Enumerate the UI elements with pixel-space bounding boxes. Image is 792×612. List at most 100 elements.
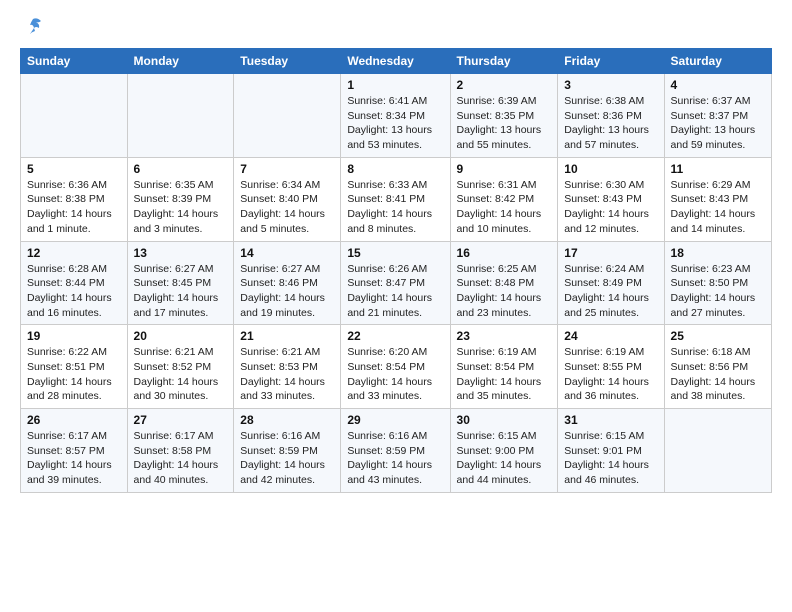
day-cell-13: 13Sunrise: 6:27 AM Sunset: 8:45 PM Dayli…	[127, 241, 234, 325]
day-cell-4: 4 Sunrise: 6:37 AM Sunset: 8:37 PM Daylig…	[664, 74, 771, 158]
day-cell-6: 6 Sunrise: 6:35 AM Sunset: 8:39 PM Daylig…	[127, 157, 234, 241]
week-row-1: 5 Sunrise: 6:36 AM Sunset: 8:38 PM Daylig…	[21, 157, 772, 241]
day-number: 4	[671, 78, 765, 92]
day-cell-22: 22 Sunrise: 6:20 AM Sunset: 8:54 PM Dayli…	[341, 325, 450, 409]
day-cell-17: 17 Sunrise: 6:24 AM Sunset: 8:49 PM Dayli…	[558, 241, 664, 325]
week-row-4: 26 Sunrise: 6:17 AM Sunset: 8:57 PM Dayli…	[21, 409, 772, 493]
day-info: Sunrise: 6:37 AM Sunset: 8:37 PM Dayligh…	[671, 94, 765, 153]
day-info: Sunrise: 6:21 AM Sunset: 8:53 PM Dayligh…	[240, 345, 334, 404]
day-number: 8	[347, 162, 443, 176]
day-cell-15: 15Sunrise: 6:26 AM Sunset: 8:47 PM Dayli…	[341, 241, 450, 325]
day-cell-16: 16Sunrise: 6:25 AM Sunset: 8:48 PM Dayli…	[450, 241, 558, 325]
day-info: Sunrise: 6:19 AM Sunset: 8:54 PM Dayligh…	[457, 345, 552, 404]
header-sunday: Sunday	[21, 49, 128, 74]
day-info: Sunrise: 6:29 AM Sunset: 8:43 PM Dayligh…	[671, 178, 765, 237]
day-number: 13	[134, 246, 228, 260]
empty-cell	[127, 74, 234, 158]
day-info: Sunrise: 6:30 AM Sunset: 8:43 PM Dayligh…	[564, 178, 657, 237]
day-number: 23	[457, 329, 552, 343]
day-cell-25: 25 Sunrise: 6:18 AM Sunset: 8:56 PM Dayli…	[664, 325, 771, 409]
day-number: 25	[671, 329, 765, 343]
day-info: Sunrise: 6:26 AM Sunset: 8:47 PM Dayligh…	[347, 262, 443, 321]
day-number: 22	[347, 329, 443, 343]
day-cell-29: 29Sunrise: 6:16 AM Sunset: 8:59 PM Dayli…	[341, 409, 450, 493]
header-row: SundayMondayTuesdayWednesdayThursdayFrid…	[21, 49, 772, 74]
day-info: Sunrise: 6:15 AM Sunset: 9:00 PM Dayligh…	[457, 429, 552, 488]
day-info: Sunrise: 6:27 AM Sunset: 8:46 PM Dayligh…	[240, 262, 334, 321]
day-cell-8: 8 Sunrise: 6:33 AM Sunset: 8:41 PM Daylig…	[341, 157, 450, 241]
day-info: Sunrise: 6:38 AM Sunset: 8:36 PM Dayligh…	[564, 94, 657, 153]
empty-cell	[664, 409, 771, 493]
day-info: Sunrise: 6:18 AM Sunset: 8:56 PM Dayligh…	[671, 345, 765, 404]
day-info: Sunrise: 6:36 AM Sunset: 8:38 PM Dayligh…	[27, 178, 121, 237]
day-number: 14	[240, 246, 334, 260]
page: SundayMondayTuesdayWednesdayThursdayFrid…	[0, 0, 792, 503]
day-info: Sunrise: 6:22 AM Sunset: 8:51 PM Dayligh…	[27, 345, 121, 404]
day-info: Sunrise: 6:21 AM Sunset: 8:52 PM Dayligh…	[134, 345, 228, 404]
header-friday: Friday	[558, 49, 664, 74]
day-cell-7: 7 Sunrise: 6:34 AM Sunset: 8:40 PM Daylig…	[234, 157, 341, 241]
day-info: Sunrise: 6:31 AM Sunset: 8:42 PM Dayligh…	[457, 178, 552, 237]
calendar-table: SundayMondayTuesdayWednesdayThursdayFrid…	[20, 48, 772, 493]
day-cell-30: 30 Sunrise: 6:15 AM Sunset: 9:00 PM Dayli…	[450, 409, 558, 493]
day-number: 20	[134, 329, 228, 343]
logo-bird-icon	[22, 16, 44, 38]
day-cell-26: 26 Sunrise: 6:17 AM Sunset: 8:57 PM Dayli…	[21, 409, 128, 493]
week-row-2: 12 Sunrise: 6:28 AM Sunset: 8:44 PM Dayli…	[21, 241, 772, 325]
day-info: Sunrise: 6:16 AM Sunset: 8:59 PM Dayligh…	[347, 429, 443, 488]
day-info: Sunrise: 6:23 AM Sunset: 8:50 PM Dayligh…	[671, 262, 765, 321]
day-number: 21	[240, 329, 334, 343]
week-row-0: 1Sunrise: 6:41 AM Sunset: 8:34 PM Daylig…	[21, 74, 772, 158]
day-cell-19: 19 Sunrise: 6:22 AM Sunset: 8:51 PM Dayli…	[21, 325, 128, 409]
day-info: Sunrise: 6:35 AM Sunset: 8:39 PM Dayligh…	[134, 178, 228, 237]
empty-cell	[234, 74, 341, 158]
day-number: 19	[27, 329, 121, 343]
day-number: 18	[671, 246, 765, 260]
day-number: 7	[240, 162, 334, 176]
day-info: Sunrise: 6:16 AM Sunset: 8:59 PM Dayligh…	[240, 429, 334, 488]
day-cell-11: 11 Sunrise: 6:29 AM Sunset: 8:43 PM Dayli…	[664, 157, 771, 241]
day-cell-18: 18 Sunrise: 6:23 AM Sunset: 8:50 PM Dayli…	[664, 241, 771, 325]
day-number: 12	[27, 246, 121, 260]
day-cell-28: 28 Sunrise: 6:16 AM Sunset: 8:59 PM Dayli…	[234, 409, 341, 493]
day-cell-31: 31Sunrise: 6:15 AM Sunset: 9:01 PM Dayli…	[558, 409, 664, 493]
logo	[20, 16, 44, 38]
day-number: 17	[564, 246, 657, 260]
day-number: 5	[27, 162, 121, 176]
header-saturday: Saturday	[664, 49, 771, 74]
empty-cell	[21, 74, 128, 158]
day-info: Sunrise: 6:17 AM Sunset: 8:57 PM Dayligh…	[27, 429, 121, 488]
day-number: 24	[564, 329, 657, 343]
day-number: 2	[457, 78, 552, 92]
header-monday: Monday	[127, 49, 234, 74]
day-number: 28	[240, 413, 334, 427]
day-info: Sunrise: 6:19 AM Sunset: 8:55 PM Dayligh…	[564, 345, 657, 404]
header	[20, 16, 772, 38]
day-info: Sunrise: 6:33 AM Sunset: 8:41 PM Dayligh…	[347, 178, 443, 237]
day-info: Sunrise: 6:34 AM Sunset: 8:40 PM Dayligh…	[240, 178, 334, 237]
day-number: 16	[457, 246, 552, 260]
day-cell-9: 9Sunrise: 6:31 AM Sunset: 8:42 PM Daylig…	[450, 157, 558, 241]
day-cell-20: 20 Sunrise: 6:21 AM Sunset: 8:52 PM Dayli…	[127, 325, 234, 409]
day-info: Sunrise: 6:39 AM Sunset: 8:35 PM Dayligh…	[457, 94, 552, 153]
day-cell-12: 12 Sunrise: 6:28 AM Sunset: 8:44 PM Dayli…	[21, 241, 128, 325]
day-number: 10	[564, 162, 657, 176]
day-info: Sunrise: 6:17 AM Sunset: 8:58 PM Dayligh…	[134, 429, 228, 488]
header-thursday: Thursday	[450, 49, 558, 74]
day-cell-10: 10 Sunrise: 6:30 AM Sunset: 8:43 PM Dayli…	[558, 157, 664, 241]
day-cell-21: 21 Sunrise: 6:21 AM Sunset: 8:53 PM Dayli…	[234, 325, 341, 409]
day-number: 11	[671, 162, 765, 176]
day-cell-24: 24 Sunrise: 6:19 AM Sunset: 8:55 PM Dayli…	[558, 325, 664, 409]
header-tuesday: Tuesday	[234, 49, 341, 74]
day-info: Sunrise: 6:20 AM Sunset: 8:54 PM Dayligh…	[347, 345, 443, 404]
day-info: Sunrise: 6:24 AM Sunset: 8:49 PM Dayligh…	[564, 262, 657, 321]
day-number: 1	[347, 78, 443, 92]
day-number: 30	[457, 413, 552, 427]
day-number: 6	[134, 162, 228, 176]
day-info: Sunrise: 6:15 AM Sunset: 9:01 PM Dayligh…	[564, 429, 657, 488]
day-info: Sunrise: 6:28 AM Sunset: 8:44 PM Dayligh…	[27, 262, 121, 321]
day-cell-5: 5 Sunrise: 6:36 AM Sunset: 8:38 PM Daylig…	[21, 157, 128, 241]
day-number: 26	[27, 413, 121, 427]
day-cell-27: 27Sunrise: 6:17 AM Sunset: 8:58 PM Dayli…	[127, 409, 234, 493]
day-number: 3	[564, 78, 657, 92]
